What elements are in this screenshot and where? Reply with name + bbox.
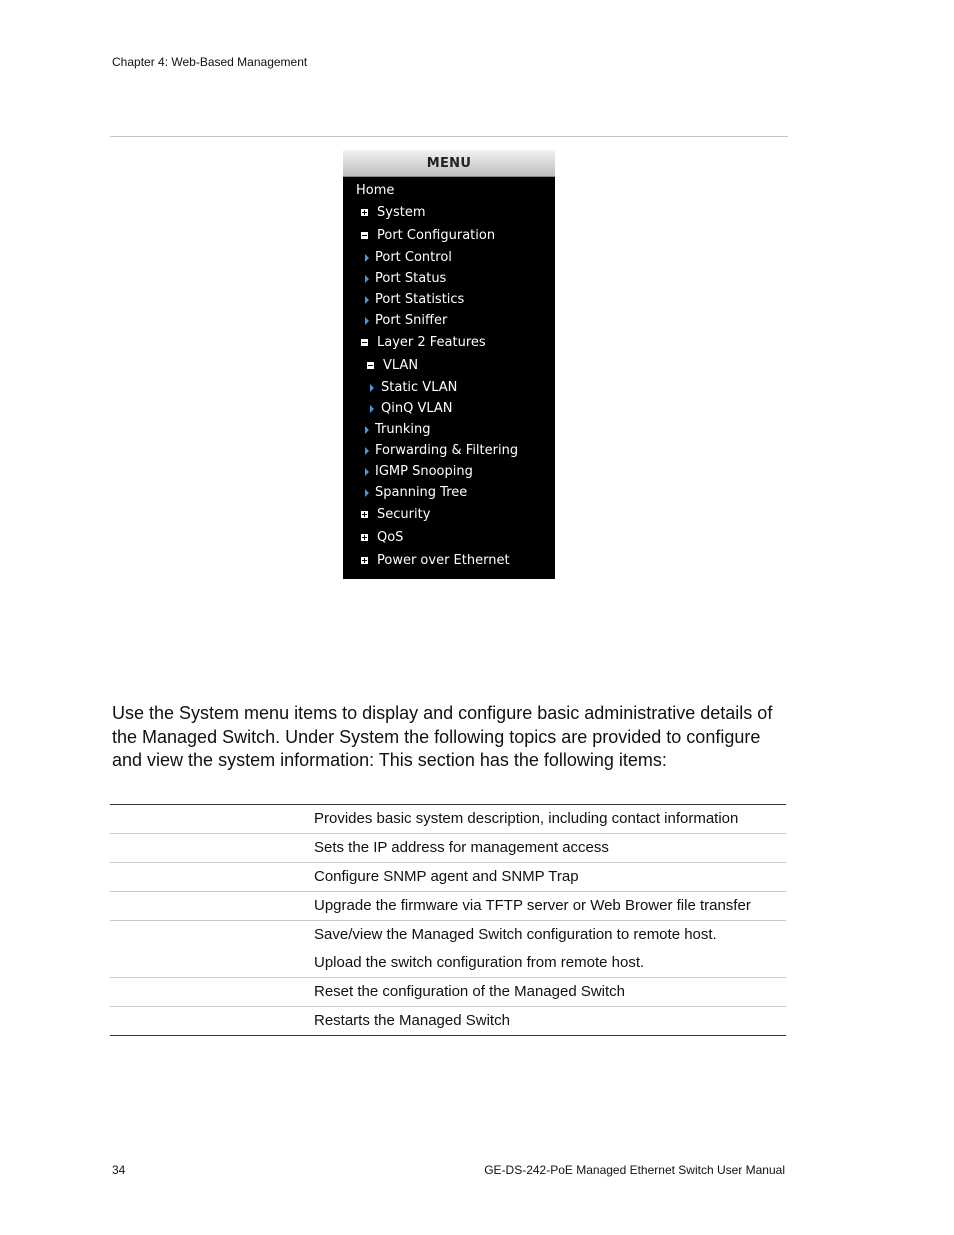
minus-box-icon[interactable]: [367, 362, 374, 369]
item-description-cell: Save/view the Managed Switch configurati…: [314, 921, 786, 977]
menu-item-label: Power over Ethernet: [377, 553, 510, 568]
triangle-right-icon: [365, 254, 369, 262]
triangle-right-icon: [365, 489, 369, 497]
menu-item-label: System: [377, 205, 426, 220]
header-divider: [110, 136, 788, 137]
description-line: Upgrade the firmware via TFTP server or …: [314, 897, 751, 914]
menu-item-label: Port Sniffer: [375, 313, 448, 328]
page-number: 34: [112, 1163, 126, 1177]
item-description-cell: Provides basic system description, inclu…: [314, 805, 786, 833]
item-description-cell: Configure SNMP agent and SNMP Trap: [314, 863, 786, 891]
triangle-right-icon: [370, 384, 374, 392]
description-line: Configure SNMP agent and SNMP Trap: [314, 868, 579, 885]
table-row: Reset the configuration of the Managed S…: [110, 978, 786, 1007]
menu-item-label: VLAN: [383, 358, 419, 373]
table-row: Upgrade the firmware via TFTP server or …: [110, 892, 786, 921]
triangle-right-icon: [370, 405, 374, 413]
description-line: Sets the IP address for management acces…: [314, 839, 609, 856]
chapter-header: Chapter 4: Web-Based Management: [112, 55, 308, 69]
table-row: Sets the IP address for management acces…: [110, 834, 786, 863]
menu-screenshot: MENU Home System Port Configuration Port Co…: [343, 150, 555, 579]
menu-item-label: QinQ VLAN: [381, 401, 453, 416]
menu-item-label: Forwarding & Filtering: [375, 443, 519, 458]
manual-title: GE-DS-242-PoE Managed Ethernet Switch Us…: [484, 1163, 785, 1177]
menu-item-label: Security: [377, 507, 431, 522]
triangle-right-icon: [365, 426, 369, 434]
item-description-cell: Reset the configuration of the Managed S…: [314, 978, 786, 1006]
description-line: Upload the switch configuration from rem…: [314, 954, 645, 971]
system-items-table: Provides basic system description, inclu…: [110, 804, 786, 1036]
minus-box-icon[interactable]: [361, 232, 368, 239]
menu-item-label: Port Configuration: [377, 228, 496, 243]
description-line: Save/view the Managed Switch configurati…: [314, 926, 717, 943]
plus-box-icon[interactable]: [361, 209, 368, 216]
menu-item-label: Port Statistics: [375, 292, 465, 307]
menu-title: MENU: [343, 150, 555, 177]
triangle-right-icon: [365, 296, 369, 304]
menu-item-label: Port Status: [375, 271, 447, 286]
item-description-cell: Restarts the Managed Switch: [314, 1007, 786, 1035]
triangle-right-icon: [365, 317, 369, 325]
description-line: Provides basic system description, inclu…: [314, 810, 739, 827]
table-row: Provides basic system description, inclu…: [110, 805, 786, 834]
table-row: Configure SNMP agent and SNMP Trap: [110, 863, 786, 892]
menu-item-label: Port Control: [375, 250, 452, 265]
menu-item-label: Home: [356, 183, 395, 198]
triangle-right-icon: [365, 447, 369, 455]
menu-item-label: Layer 2 Features: [377, 335, 486, 350]
description-line: Reset the configuration of the Managed S…: [314, 983, 626, 1000]
plus-box-icon[interactable]: [361, 557, 368, 564]
plus-box-icon[interactable]: [361, 534, 368, 541]
menu-item-label: QoS: [377, 530, 404, 545]
minus-box-icon[interactable]: [361, 339, 368, 346]
item-description-cell: Upgrade the firmware via TFTP server or …: [314, 892, 786, 920]
menu-item-label: Trunking: [375, 422, 431, 437]
triangle-right-icon: [365, 468, 369, 476]
menu-item-label: Static VLAN: [381, 380, 458, 395]
menu-item-label: Spanning Tree: [375, 485, 468, 500]
plus-box-icon[interactable]: [361, 511, 368, 518]
table-row: Save/view the Managed Switch configurati…: [110, 921, 786, 978]
intro-paragraph: Use the System menu items to display and…: [112, 703, 773, 770]
table-row: Restarts the Managed Switch: [110, 1007, 786, 1036]
description-line: Restarts the Managed Switch: [314, 1012, 510, 1029]
triangle-right-icon: [365, 275, 369, 283]
menu-item-label: IGMP Snooping: [375, 464, 473, 479]
item-description-cell: Sets the IP address for management acces…: [314, 834, 786, 862]
